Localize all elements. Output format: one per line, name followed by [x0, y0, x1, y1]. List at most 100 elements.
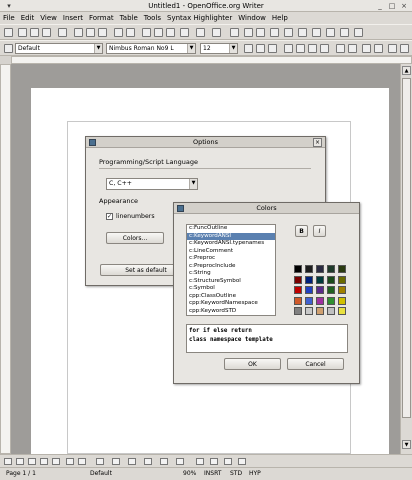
color-swatch[interactable] — [305, 286, 313, 294]
hyperlink-icon[interactable] — [230, 28, 239, 37]
color-swatch[interactable] — [327, 307, 335, 315]
paragraph-style-select[interactable]: Default ▼ — [15, 43, 103, 54]
color-swatch[interactable] — [338, 307, 346, 315]
flowchart-icon[interactable] — [144, 458, 152, 465]
color-swatch[interactable] — [305, 307, 313, 315]
stars-icon[interactable] — [176, 458, 184, 465]
from-file-icon[interactable] — [224, 458, 232, 465]
color-swatch[interactable] — [316, 307, 324, 315]
menu-file[interactable]: File — [0, 12, 18, 24]
align-left-icon[interactable] — [284, 44, 293, 53]
color-swatch[interactable] — [338, 275, 346, 284]
spellcheck-icon[interactable] — [114, 28, 123, 37]
italic-toggle[interactable]: I — [313, 225, 326, 237]
align-right-icon[interactable] — [308, 44, 317, 53]
list-item[interactable]: c:KeywordANSI.typenames — [187, 240, 275, 248]
basic-shapes-icon[interactable] — [96, 458, 104, 465]
color-swatch[interactable] — [338, 296, 346, 305]
font-name-select[interactable]: Nimbus Roman No9 L ▼ — [106, 43, 196, 54]
cut-icon[interactable] — [142, 28, 151, 37]
list-item[interactable]: c:LineComment — [187, 248, 275, 256]
clone-format-icon[interactable] — [180, 28, 189, 37]
line-icon[interactable] — [16, 458, 24, 465]
navigator-icon[interactable] — [284, 28, 293, 37]
bold-toggle[interactable]: B — [295, 225, 308, 237]
color-swatch[interactable] — [316, 296, 324, 305]
styles-icon[interactable] — [4, 44, 13, 53]
underline-icon[interactable] — [268, 44, 277, 53]
find-icon[interactable] — [270, 28, 279, 37]
menu-syntax-highlighter[interactable]: Syntax Highlighter — [164, 12, 235, 24]
block-arrows-icon[interactable] — [128, 458, 136, 465]
list-item[interactable]: cpp:KeywordSTD — [187, 308, 275, 316]
color-swatch[interactable] — [316, 265, 324, 273]
list-item[interactable]: c:FuncOutline — [187, 225, 275, 233]
list-item[interactable]: c:Symbol — [187, 285, 275, 293]
preview-icon[interactable] — [98, 28, 107, 37]
color-swatch[interactable] — [327, 296, 335, 305]
scrollbar-thumb[interactable] — [402, 78, 411, 418]
scroll-up-icon[interactable]: ▲ — [402, 66, 411, 75]
linenumbers-checkbox[interactable]: ✓ — [106, 213, 113, 220]
minimize-icon[interactable]: _ — [375, 1, 385, 11]
mail-icon[interactable] — [42, 28, 51, 37]
color-swatch[interactable] — [294, 275, 302, 284]
font-color-icon[interactable] — [388, 44, 397, 53]
color-swatch[interactable] — [305, 296, 313, 305]
vertical-scrollbar[interactable]: ▲ ▼ — [400, 64, 412, 454]
callout-icon[interactable] — [78, 458, 86, 465]
color-items-list[interactable]: c:FuncOutline c:KeywordANSI c:KeywordANS… — [186, 224, 276, 316]
cancel-button[interactable]: Cancel — [287, 358, 344, 370]
open-icon[interactable] — [18, 28, 27, 37]
color-swatch[interactable] — [338, 286, 346, 294]
maximize-icon[interactable]: □ — [387, 1, 397, 11]
edit-file-icon[interactable] — [58, 28, 67, 37]
gallery-icon[interactable] — [298, 28, 307, 37]
ok-button[interactable]: OK — [224, 358, 281, 370]
color-swatch[interactable] — [294, 296, 302, 305]
undo-icon[interactable] — [196, 28, 205, 37]
list-item[interactable]: c:PreprocInclude — [187, 263, 275, 271]
list-item-selected[interactable]: c:KeywordANSI — [187, 232, 275, 240]
zoom-level[interactable]: 90% — [183, 470, 196, 478]
color-swatch[interactable] — [294, 286, 302, 294]
color-swatch[interactable] — [294, 265, 302, 273]
close-icon[interactable]: × — [313, 138, 322, 147]
italic-icon[interactable] — [256, 44, 265, 53]
menu-edit[interactable]: Edit — [18, 12, 38, 24]
numbering-icon[interactable] — [336, 44, 345, 53]
show-draw-icon[interactable] — [256, 28, 265, 37]
freeform-icon[interactable] — [52, 458, 60, 465]
color-swatch[interactable] — [305, 265, 313, 273]
scroll-down-icon[interactable]: ▼ — [402, 440, 411, 449]
hyperlink-mode[interactable]: HYP — [249, 470, 261, 478]
bold-icon[interactable] — [244, 44, 253, 53]
align-center-icon[interactable] — [296, 44, 305, 53]
new-document-icon[interactable] — [4, 28, 13, 37]
list-item[interactable]: cpp:ClassOutline — [187, 293, 275, 301]
color-swatch[interactable] — [327, 275, 335, 284]
close-icon[interactable]: × — [399, 1, 409, 11]
color-swatch[interactable] — [338, 265, 346, 273]
rectangle-icon[interactable] — [28, 458, 36, 465]
colors-button[interactable]: Colors... — [106, 232, 164, 244]
copy-icon[interactable] — [154, 28, 163, 37]
list-item[interactable]: c:StructureSymbol — [187, 278, 275, 286]
text-icon[interactable] — [66, 458, 74, 465]
pdf-icon[interactable] — [74, 28, 83, 37]
list-item[interactable]: cpp:KeywordNamespace — [187, 300, 275, 308]
help-icon[interactable] — [354, 28, 363, 37]
color-swatch[interactable] — [316, 275, 324, 284]
color-swatch[interactable] — [327, 265, 335, 273]
menu-insert[interactable]: Insert — [60, 12, 86, 24]
redo-icon[interactable] — [212, 28, 221, 37]
menu-format[interactable]: Format — [86, 12, 117, 24]
vertical-ruler[interactable] — [0, 64, 11, 454]
save-icon[interactable] — [30, 28, 39, 37]
points-icon[interactable] — [196, 458, 204, 465]
bullets-icon[interactable] — [348, 44, 357, 53]
list-item[interactable]: c:String — [187, 270, 275, 278]
color-swatch[interactable] — [327, 286, 335, 294]
color-swatch[interactable] — [316, 286, 324, 294]
autospell-icon[interactable] — [126, 28, 135, 37]
